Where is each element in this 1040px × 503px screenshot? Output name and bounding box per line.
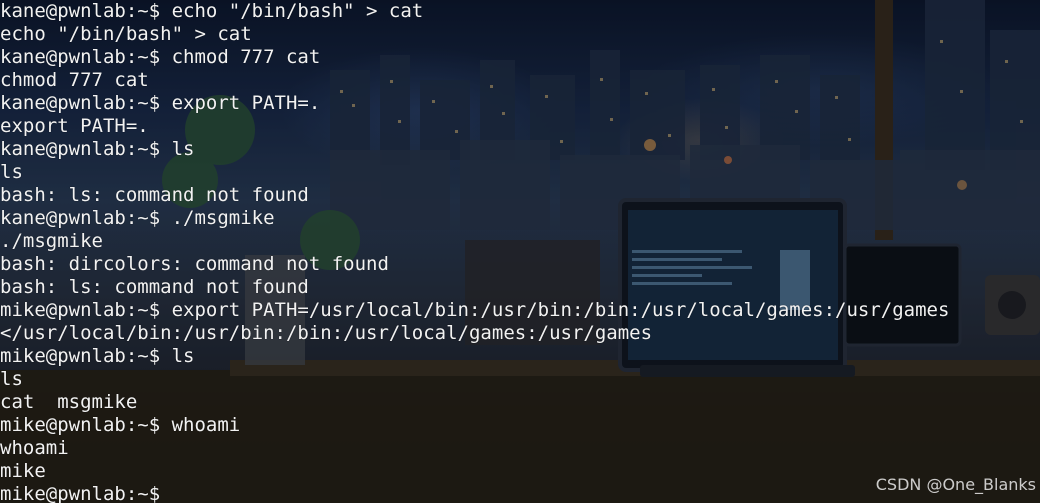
terminal-line: kane@pwnlab:~$ export PATH=. xyxy=(0,92,321,114)
terminal-prompt-line[interactable]: mike@pwnlab:~$ xyxy=(0,483,949,503)
terminal-line: kane@pwnlab:~$ ls xyxy=(0,138,195,160)
terminal-line: kane@pwnlab:~$ chmod 777 cat xyxy=(0,46,321,68)
terminal-line: kane@pwnlab:~$ ./msgmike xyxy=(0,207,275,229)
terminal-line: ./msgmike xyxy=(0,230,103,252)
terminal-line: mike@pwnlab:~$ whoami xyxy=(0,414,241,436)
terminal-line: ls xyxy=(0,368,23,390)
terminal-line: mike@pwnlab:~$ export PATH=/usr/local/bi… xyxy=(0,299,950,321)
terminal-line: export PATH=. xyxy=(0,115,149,137)
terminal-line: echo "/bin/bash" > cat xyxy=(0,23,252,45)
terminal-line: mike@pwnlab:~$ ls xyxy=(0,345,195,367)
terminal-line: bash: ls: command not found xyxy=(0,276,309,298)
terminal-line: bash: dircolors: command not found xyxy=(0,253,389,275)
terminal-line: mike xyxy=(0,460,46,482)
terminal-line: chmod 777 cat xyxy=(0,69,149,91)
terminal-line: ls xyxy=(0,161,23,183)
terminal-line: whoami xyxy=(0,437,69,459)
csdn-watermark: CSDN @One_Blanks xyxy=(875,475,1036,494)
terminal-line: </usr/local/bin:/usr/bin:/bin:/usr/local… xyxy=(0,322,653,344)
terminal-output: kane@pwnlab:~$ echo "/bin/bash" > cat ec… xyxy=(0,0,949,503)
terminal-line: kane@pwnlab:~$ echo "/bin/bash" > cat xyxy=(0,0,424,22)
terminal-window[interactable]: kane@pwnlab:~$ echo "/bin/bash" > cat ec… xyxy=(0,0,1040,503)
terminal-line: bash: ls: command not found xyxy=(0,184,309,206)
terminal-line: cat msgmike xyxy=(0,391,138,413)
